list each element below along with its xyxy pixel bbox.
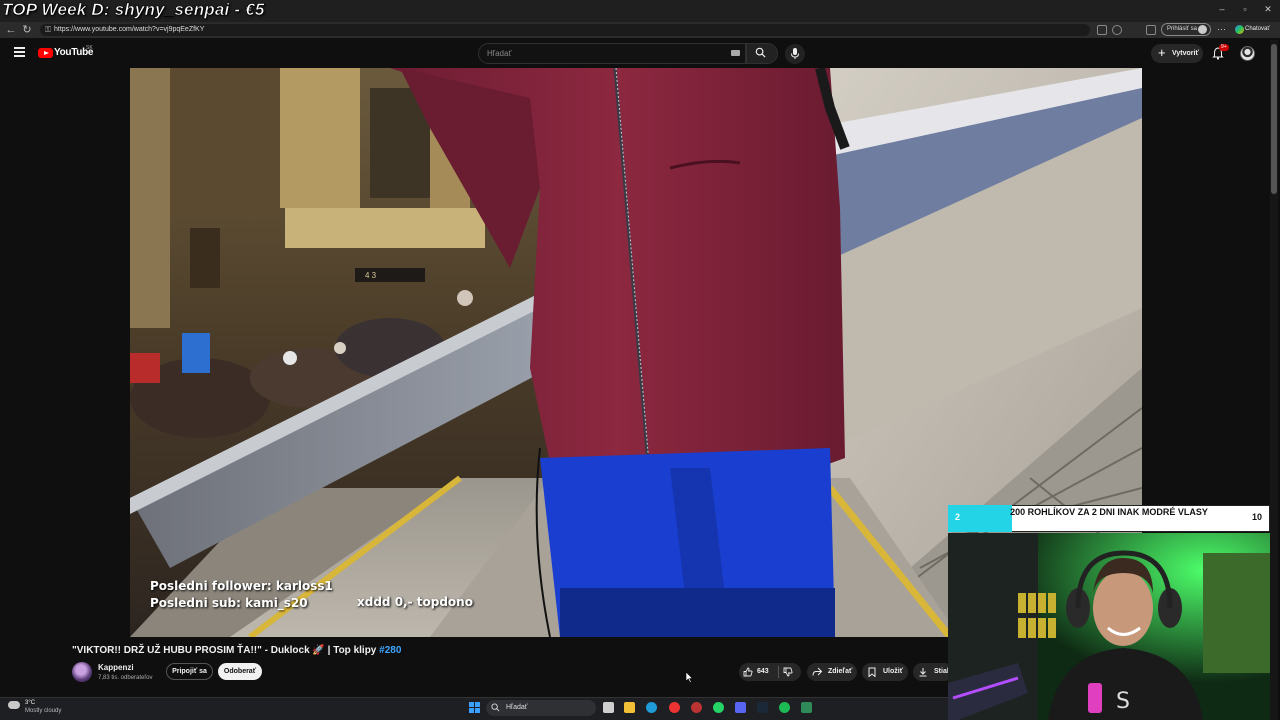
minimize-button[interactable]: – [1212,4,1232,14]
weather-temperature[interactable]: 3°C [25,700,35,706]
weather-description[interactable]: Mostly cloudy [25,708,61,714]
cloud-icon[interactable] [8,701,20,709]
channel-name[interactable]: Kappenzi [98,663,134,672]
svg-text:S: S [1116,689,1130,714]
subscribe-button[interactable]: Odoberať [218,663,262,680]
thumbs-down-icon[interactable] [783,667,793,677]
maximize-button[interactable]: ▫ [1235,4,1255,14]
plus-icon: + [1158,45,1166,60]
svg-text:4 3: 4 3 [365,271,377,280]
green-app-icon[interactable] [801,702,812,713]
thumbs-up-icon[interactable] [743,667,753,677]
video-title: "VIKTOR!! DRŽ UŽ HUBU PROSIM ŤA!!" - Duk… [72,645,401,656]
record-app-icon[interactable] [669,702,680,713]
close-window-button[interactable]: ✕ [1258,4,1278,15]
video-hashtag-link[interactable]: #280 [379,645,401,656]
video-title-text: "VIKTOR!! DRŽ UŽ HUBU PROSIM ŤA!!" - Duk… [72,645,380,656]
windows-start-icon[interactable] [469,702,480,713]
whatsapp-icon[interactable] [713,702,724,713]
region-code: SK [86,45,93,51]
goal-current-value: 2 [955,512,961,522]
edge-browser-icon[interactable] [646,702,657,713]
search-input[interactable]: Hľadať [478,43,746,64]
like-divider [778,666,779,678]
taskbar-search-input[interactable]: Hľadať [486,700,596,716]
download-icon [919,668,927,677]
stream-overlay-title: TOP Week D: shyny_senpai - €5 [2,0,265,19]
mouse-cursor-icon [686,672,694,683]
scrollbar-thumb[interactable] [1271,44,1277,194]
microphone-icon [791,48,799,59]
more-menu-icon[interactable]: ⋯ [1217,25,1227,35]
favorite-star-icon[interactable] [1112,25,1122,35]
file-explorer-icon[interactable] [624,702,635,713]
notification-badge: 9+ [1219,44,1229,51]
join-button[interactable]: Pripojiť sa [166,663,213,680]
red-app-icon[interactable] [691,702,702,713]
account-avatar[interactable] [1240,46,1255,61]
reader-view-icon[interactable] [1097,25,1107,35]
stream-follower-sub-overlay: Posledni follower: karloss1 Posledni sub… [150,578,333,612]
channel-avatar[interactable] [72,662,92,682]
refresh-icon[interactable]: ↻ [20,22,34,38]
last-sub-text: Posledni sub: kami_s20 [150,596,308,610]
donation-note-text: xddd 0,- topdono [357,595,473,609]
goal-target-value: 10 [1252,512,1263,522]
discord-icon[interactable] [735,702,746,713]
back-arrow-icon[interactable]: ← [4,22,18,38]
chat-button[interactable]: Chatovať [1233,23,1277,36]
streamer-webcam: S [948,533,1270,720]
keyboard-icon[interactable] [731,50,740,56]
subscriber-count: 7,83 tis. odberateľov [98,675,153,681]
play-triangle-icon [44,50,49,55]
profile-avatar [1198,25,1207,34]
last-follower-text: Posledni follower: karloss1 [150,579,333,593]
favorites-icon[interactable] [1146,25,1156,35]
goal-description: 200 ROHLÍKOV ZA 2 DNI INAK MODRÉ VLASY [1010,507,1208,517]
spotify-icon[interactable] [779,702,790,713]
taskbar-search-icon [491,703,500,712]
task-view-icon[interactable] [603,702,614,713]
webcam-frame: S [948,533,1270,720]
share-arrow-icon [812,667,822,676]
menu-icon[interactable] [14,47,25,57]
bookmark-icon [868,667,876,677]
steam-icon[interactable] [757,702,768,713]
like-count[interactable]: 643 [757,663,769,681]
site-info-icon[interactable]: ⚿ [45,25,51,35]
url-field[interactable]: https://www.youtube.com/watch?v=vj9pqEeZ… [40,24,1090,36]
search-icon [755,47,766,58]
